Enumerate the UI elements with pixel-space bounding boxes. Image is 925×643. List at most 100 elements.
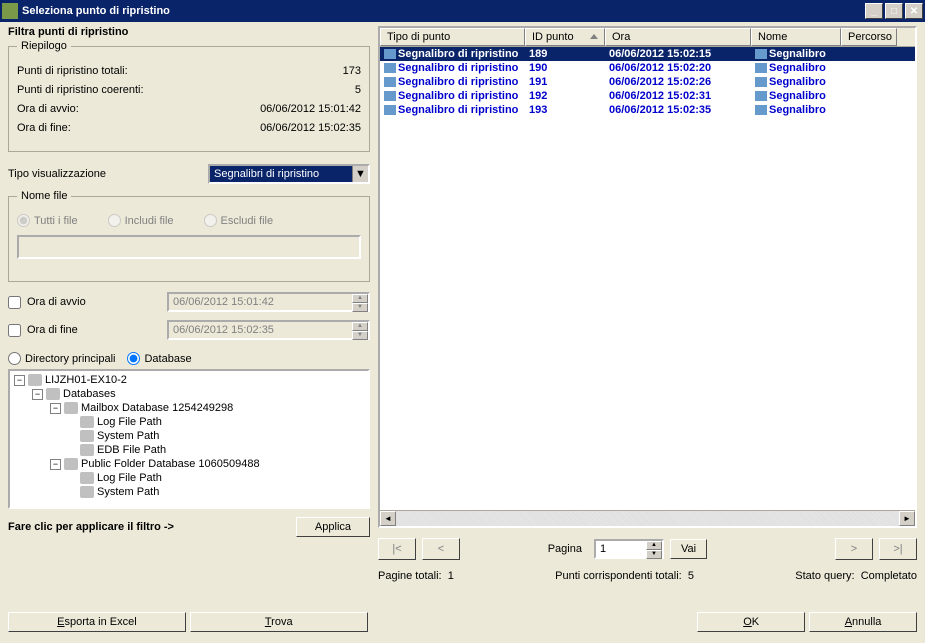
- bookmark-icon: [384, 77, 396, 87]
- tree-node-server[interactable]: −LIJZH01-EX10-2: [12, 373, 366, 387]
- tree-leaf-logpath[interactable]: Log File Path: [12, 415, 366, 429]
- col-header-tipo[interactable]: Tipo di punto: [380, 28, 525, 46]
- page-number-input[interactable]: 1 ▲▼: [594, 539, 664, 559]
- collapse-icon[interactable]: −: [14, 375, 25, 386]
- view-type-label: Tipo visualizzazione: [8, 168, 208, 180]
- end-time-label: Ora di fine:: [17, 122, 71, 134]
- bookmark-icon: [384, 63, 396, 73]
- cell-nome: Segnalibro: [769, 90, 826, 102]
- tree-node-mailbox[interactable]: −Mailbox Database 1254249298: [12, 401, 366, 415]
- database-icon: [80, 486, 94, 498]
- spinner-up-icon[interactable]: ▲: [646, 541, 662, 550]
- export-excel-button[interactable]: Esporta in Excel: [8, 612, 186, 632]
- end-time-checkbox[interactable]: [8, 324, 21, 337]
- col-header-id[interactable]: ID punto: [525, 28, 605, 46]
- cell-id: 192: [525, 89, 605, 103]
- database-icon: [80, 444, 94, 456]
- collapse-icon[interactable]: −: [32, 389, 43, 400]
- tree-leaf-syspath[interactable]: System Path: [12, 485, 366, 499]
- bottom-button-bar: Esporta in Excel Trova OK Annulla: [0, 610, 925, 634]
- tree-leaf-edbpath[interactable]: EDB File Path: [12, 443, 366, 457]
- summary-legend: Riepilogo: [17, 40, 71, 52]
- last-page-button[interactable]: >|: [879, 538, 917, 560]
- table-row[interactable]: Segnalibro di ripristino19006/06/2012 15…: [380, 61, 915, 75]
- maximize-button[interactable]: □: [885, 3, 903, 19]
- filter-panel: Filtra punti di ripristino Riepilogo Pun…: [0, 22, 378, 610]
- query-status-label: Stato query:: [795, 570, 854, 582]
- total-pages-value: 1: [448, 570, 454, 582]
- apply-button[interactable]: Applica: [296, 517, 370, 537]
- table-body[interactable]: Segnalibro di ripristino 18906/06/2012 15…: [380, 47, 915, 510]
- spinner-up-icon: ▲: [352, 322, 368, 331]
- cell-id: 191: [525, 75, 605, 89]
- table-row[interactable]: Segnalibro di ripristino19206/06/2012 15…: [380, 89, 915, 103]
- cell-nome: Segnalibro: [769, 76, 826, 88]
- cell-percorso: [841, 61, 897, 75]
- start-time-input: 06/06/2012 15:01:42 ▲▼: [167, 292, 370, 312]
- database-tree[interactable]: −LIJZH01-EX10-2 −Databases −Mailbox Data…: [8, 369, 370, 509]
- tree-leaf-syspath[interactable]: System Path: [12, 429, 366, 443]
- cell-id: 189: [525, 47, 605, 61]
- main-directories-radio[interactable]: Directory principali: [8, 352, 115, 365]
- database-icon: [64, 402, 78, 414]
- start-time-value: 06/06/2012 15:01:42: [260, 103, 361, 115]
- collapse-icon[interactable]: −: [50, 459, 61, 470]
- query-status-value: Completato: [861, 570, 917, 582]
- bookmark-icon: [384, 105, 396, 115]
- spinner-down-icon: ▼: [352, 331, 368, 340]
- start-time-label: Ora di avvio:: [17, 103, 79, 115]
- database-icon: [64, 458, 78, 470]
- find-button[interactable]: Trova: [190, 612, 368, 632]
- database-radio[interactable]: Database: [127, 352, 191, 365]
- col-header-nome[interactable]: Nome: [751, 28, 841, 46]
- window-title: Seleziona punto di ripristino: [22, 5, 865, 17]
- collapse-icon[interactable]: −: [50, 403, 61, 414]
- prev-page-button[interactable]: <: [422, 538, 460, 560]
- bookmark-icon: [755, 63, 767, 73]
- matching-points-value: 5: [688, 570, 694, 582]
- spinner-down-icon[interactable]: ▼: [646, 550, 662, 559]
- cell-tipo: Segnalibro di ripristino: [398, 90, 518, 102]
- tree-leaf-logpath[interactable]: Log File Path: [12, 471, 366, 485]
- first-page-button[interactable]: |<: [378, 538, 416, 560]
- summary-group: Riepilogo Punti di ripristino totali:173…: [8, 40, 370, 152]
- cell-nome: Segnalibro: [769, 62, 826, 74]
- close-button[interactable]: ✕: [905, 3, 923, 19]
- scroll-left-icon[interactable]: ◄: [380, 511, 396, 526]
- database-icon: [80, 416, 94, 428]
- table-row[interactable]: Segnalibro di ripristino 18906/06/2012 15…: [380, 47, 915, 61]
- table-row[interactable]: Segnalibro di ripristino19306/06/2012 15…: [380, 103, 915, 117]
- table-header: Tipo di punto ID punto Ora Nome Percorso: [380, 28, 915, 47]
- status-bar: Pagine totali: 1 Punti corrispondenti to…: [378, 570, 917, 582]
- scroll-track[interactable]: [396, 511, 899, 526]
- ok-button[interactable]: OK: [697, 612, 805, 632]
- next-page-button[interactable]: >: [835, 538, 873, 560]
- server-icon: [28, 374, 42, 386]
- start-time-checkbox[interactable]: [8, 296, 21, 309]
- horizontal-scrollbar[interactable]: ◄ ►: [380, 510, 915, 526]
- go-button[interactable]: Vai: [670, 539, 707, 559]
- spinner-down-icon: ▼: [352, 303, 368, 312]
- cell-tipo: Segnalibro di ripristino: [398, 48, 518, 60]
- bookmark-icon: [755, 77, 767, 87]
- start-time-check-label: Ora di avvio: [27, 296, 167, 308]
- tree-node-pubfolder[interactable]: −Public Folder Database 1060509488: [12, 457, 366, 471]
- cell-ora: 06/06/2012 15:02:20: [605, 61, 751, 75]
- col-header-percorso[interactable]: Percorso: [841, 28, 897, 46]
- cell-id: 193: [525, 103, 605, 117]
- cell-ora: 06/06/2012 15:02:15: [605, 47, 751, 61]
- cell-ora: 06/06/2012 15:02:26: [605, 75, 751, 89]
- coherent-points-label: Punti di ripristino coerenti:: [17, 84, 144, 96]
- include-files-radio: Includi file: [108, 214, 174, 227]
- total-points-label: Punti di ripristino totali:: [17, 65, 128, 77]
- cell-percorso: [841, 47, 897, 61]
- minimize-button[interactable]: _: [865, 3, 883, 19]
- col-header-ora[interactable]: Ora: [605, 28, 751, 46]
- tree-node-databases[interactable]: −Databases: [12, 387, 366, 401]
- total-pages-label: Pagine totali:: [378, 570, 442, 582]
- bookmark-icon: [755, 105, 767, 115]
- view-type-dropdown[interactable]: Segnalibri di ripristino ▼: [208, 164, 370, 184]
- cancel-button[interactable]: Annulla: [809, 612, 917, 632]
- table-row[interactable]: Segnalibro di ripristino19106/06/2012 15…: [380, 75, 915, 89]
- scroll-right-icon[interactable]: ►: [899, 511, 915, 526]
